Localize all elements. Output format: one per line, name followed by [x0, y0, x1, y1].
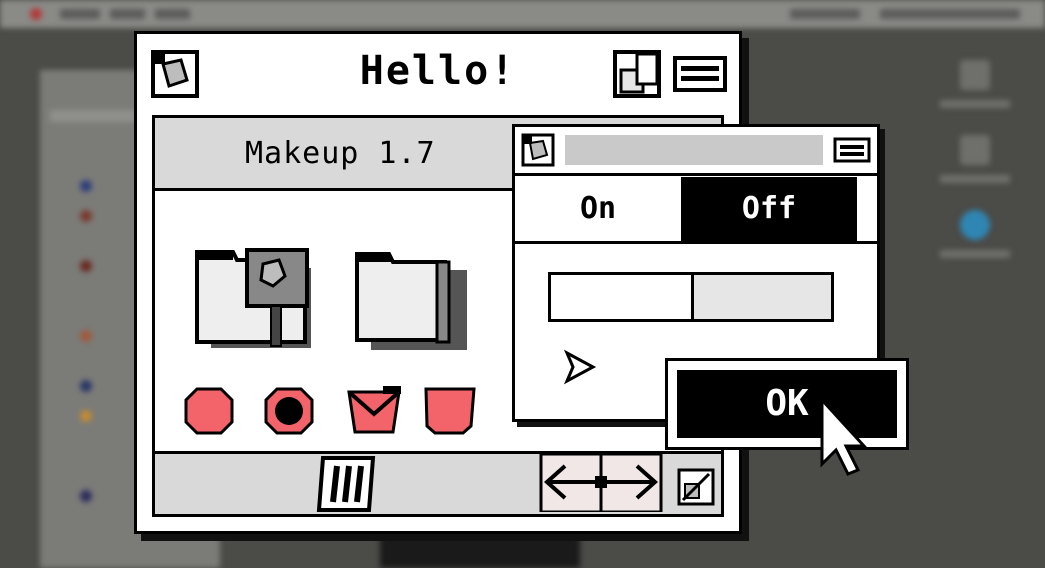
folder-icon[interactable]: [353, 248, 473, 358]
close-box-icon[interactable]: [521, 133, 555, 167]
octagon-red-icon[interactable]: [183, 386, 235, 436]
trash-can-icon[interactable]: [311, 456, 383, 512]
record-circle-icon[interactable]: [263, 386, 315, 436]
collapse-box-icon[interactable]: [673, 56, 727, 92]
titlebar-stripe: [565, 135, 823, 165]
desktop-icon: [935, 210, 1015, 280]
menu-extra-placeholder: [790, 9, 860, 19]
size-box-icon[interactable]: [677, 468, 715, 506]
desktop-icon: [935, 135, 1015, 205]
panel-footer: [155, 451, 721, 514]
apple-menu-icon: [30, 8, 42, 20]
ok-button[interactable]: OK: [665, 358, 909, 450]
menu-item-placeholder: [60, 9, 100, 19]
menu-extra-placeholder: [880, 9, 1020, 19]
panel-title: Makeup 1.7: [245, 136, 436, 171]
finder-folder-icon[interactable]: [193, 246, 323, 356]
slider-fill: [551, 275, 694, 319]
progress-slider[interactable]: [548, 272, 834, 322]
collapse-box-icon[interactable]: [833, 137, 871, 163]
title-bar[interactable]: Hello!: [137, 34, 739, 106]
desktop-icon: [935, 60, 1015, 130]
toggle-off-option[interactable]: Off: [681, 177, 857, 241]
toggle-window-titlebar[interactable]: [515, 127, 877, 176]
mouse-cursor-icon: [820, 398, 868, 476]
red-square-icon[interactable]: [423, 386, 477, 436]
resize-arrows-icon[interactable]: [539, 454, 663, 512]
background-window: [380, 530, 580, 568]
menu-item-placeholder: [110, 9, 145, 19]
toggle-on-option[interactable]: On: [515, 177, 681, 241]
mail-envelope-icon[interactable]: [343, 384, 405, 436]
zoom-box-icon[interactable]: [613, 50, 661, 98]
play-triangle-icon[interactable]: [563, 349, 597, 385]
menu-item-placeholder: [155, 9, 190, 19]
slider-track: [694, 275, 831, 319]
menu-bar: [0, 0, 1045, 28]
on-off-toggle[interactable]: On Off: [515, 177, 877, 244]
